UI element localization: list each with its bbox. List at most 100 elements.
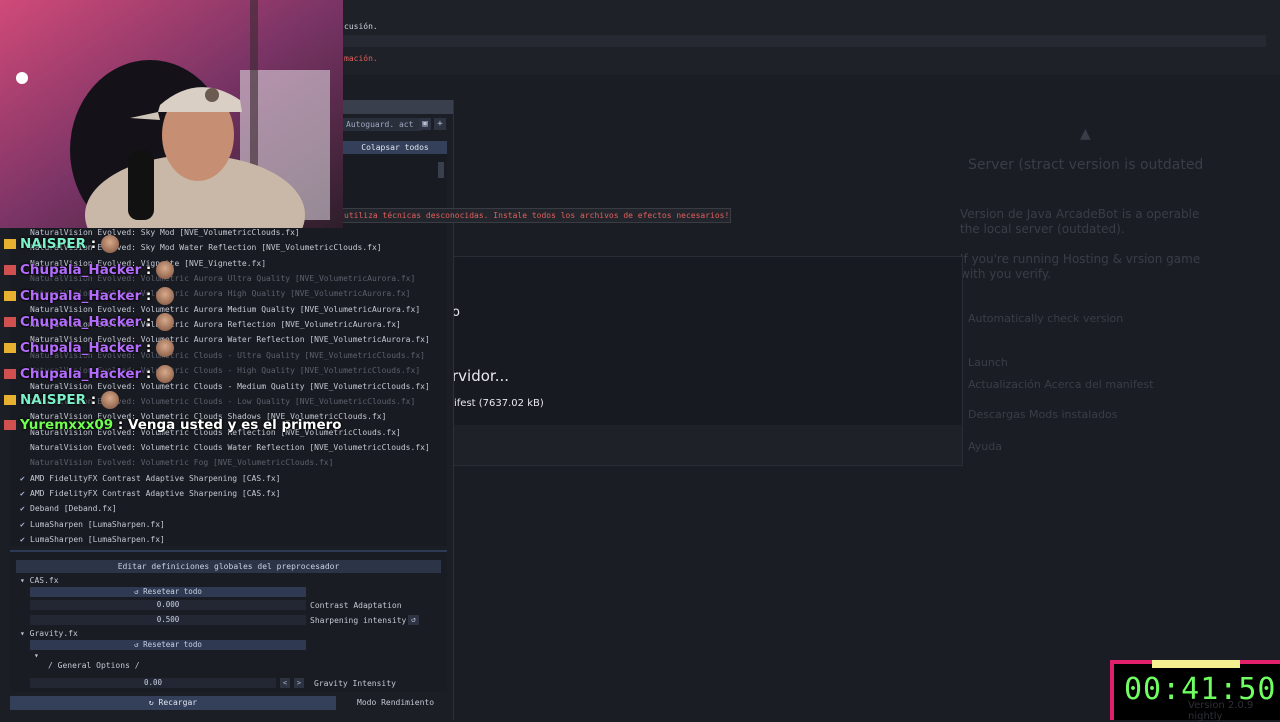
chat-emote-icon [100, 391, 119, 409]
chat-username[interactable]: Yuremxxx09 [20, 417, 113, 433]
chat-badge-icon [4, 395, 16, 405]
webcam-image [0, 0, 343, 228]
chat-badge-icon [4, 369, 16, 379]
effect-item[interactable]: NaturalVision Evolved: Volumetric Fog [N… [20, 458, 333, 467]
reset-value-icon[interactable]: ↺ [408, 615, 419, 625]
sharpening-intensity-slider[interactable]: 0.500 [30, 615, 306, 625]
effects-scrollbar[interactable] [438, 162, 444, 178]
decrement-icon[interactable]: < [280, 678, 290, 688]
warning-icon: ▲ [1080, 126, 1091, 142]
collapse-all-button[interactable]: Colapsar todos [343, 141, 447, 154]
chat-separator: : [86, 236, 101, 252]
increment-icon[interactable]: > [294, 678, 304, 688]
effect-item[interactable]: ✔ AMD FidelityFX Contrast Adaptive Sharpe… [20, 489, 280, 498]
console-log: cusión. mación. [340, 0, 1280, 75]
loading-dialog: o rvidor... ifest (7637.02 kB) [452, 256, 963, 466]
effect-label: LumaSharpen [LumaSharpen.fx] [30, 535, 165, 544]
chat-username[interactable]: NAISPER [20, 392, 86, 408]
preset-selector[interactable]: Autoguard. act [343, 118, 421, 131]
effect-label: LumaSharpen [LumaSharpen.fx] [30, 519, 165, 529]
effect-item[interactable]: NaturalVision Evolved: Volumetric Clouds… [20, 443, 430, 452]
chevron-down-icon[interactable]: ▾ [34, 651, 39, 660]
chat-message: Yuremxxx09 : Venga usted y es el primero [4, 417, 342, 433]
loading-footer [454, 425, 962, 465]
chat-emote-icon [156, 287, 175, 305]
gravity-section-toggle[interactable]: ▾ Gravity.fx [20, 629, 78, 638]
chat-separator: : [141, 366, 157, 382]
performance-mode-toggle[interactable]: Modo Rendimiento [357, 696, 434, 710]
effect-label: AMD FidelityFX Contrast Adaptive Sharpen… [30, 473, 281, 483]
streamer-webcam [0, 0, 343, 228]
chat-badge-icon [4, 317, 16, 327]
gravity-intensity-label: Gravity Intensity [314, 679, 396, 688]
chat-emote-icon [100, 235, 119, 253]
checkmark-icon[interactable]: ✔ [20, 535, 30, 544]
chat-separator: : [113, 417, 129, 433]
missing-effects-warning: utiliza técnicas desconocidas. Instale t… [340, 208, 731, 223]
chat-badge-icon [4, 343, 16, 353]
chat-message: Chupala_Hacker : [4, 339, 175, 357]
effect-item[interactable]: ✔ LumaSharpen [LumaSharpen.fx] [20, 520, 165, 529]
chat-username[interactable]: Chupala_Hacker [20, 288, 141, 304]
save-preset-icon[interactable]: ▣ [419, 118, 431, 130]
chat-username[interactable]: NAISPER [20, 236, 86, 252]
effect-label: Deband [Deband.fx] [30, 504, 117, 514]
chat-message: Chupala_Hacker : [4, 365, 175, 383]
checkmark-icon[interactable]: ✔ [20, 474, 30, 483]
dialog-title: Server (stract version is outdated [968, 157, 1204, 173]
dialog-text: with you verify. [960, 267, 1052, 281]
chat-emote-icon [156, 313, 175, 331]
chat-username[interactable]: Chupala_Hacker [20, 366, 141, 382]
contrast-adaptation-label: Contrast Adaptation [310, 601, 402, 610]
chat-separator: : [86, 392, 101, 408]
chat-message: Chupala_Hacker : [4, 261, 175, 279]
dialog-row: Ayuda [968, 440, 1002, 453]
contrast-adaptation-slider[interactable]: 0.000 [30, 600, 306, 610]
dialog-text: the local server (outdated). [960, 222, 1125, 236]
chat-message: Chupala_Hacker : [4, 287, 175, 305]
chat-message: NAISPER : [4, 391, 119, 409]
loading-status: rvidor... [452, 367, 510, 385]
dialog-checkbox-label: Automatically check version [968, 312, 1124, 325]
cas-reset-all-button[interactable]: ↺ Resetear todo [30, 587, 306, 597]
background-server-dialog: ▲ Server (stract version is outdated Ver… [940, 100, 1240, 470]
timer-accent-tab [1152, 660, 1240, 668]
chat-badge-icon [4, 265, 16, 275]
cas-section-toggle[interactable]: ▾ CAS.fx [20, 576, 59, 585]
gravity-intensity-slider[interactable]: 0.00 [30, 678, 276, 688]
effect-item[interactable]: ✔ AMD FidelityFX Contrast Adaptive Sharpe… [20, 474, 280, 483]
log-line-error: mación. [344, 54, 378, 63]
chat-separator: : [141, 340, 157, 356]
chat-username[interactable]: Chupala_Hacker [20, 262, 141, 278]
checkmark-icon[interactable]: ✔ [20, 520, 30, 529]
log-line-highlight [340, 35, 1266, 47]
version-label: Version 2.0.9 nightly [1188, 700, 1254, 722]
checkmark-icon[interactable]: ✔ [20, 489, 30, 498]
gravity-reset-all-button[interactable]: ↺ Resetear todo [30, 640, 306, 650]
chat-emote-icon [156, 365, 175, 383]
dialog-row: Actualización Acerca del manifest [968, 378, 1154, 391]
reload-button[interactable]: ↻ Recargar [10, 696, 336, 710]
chat-badge-icon [4, 239, 16, 249]
preprocessor-header[interactable]: Editar definiciones globales del preproc… [16, 560, 441, 573]
dialog-text: Version de Java ArcadeBot is a operable [960, 207, 1200, 221]
chat-message: NAISPER : [4, 235, 119, 253]
cas-section-label: CAS.fx [29, 576, 59, 585]
chat-separator: : [141, 314, 157, 330]
effect-label: NaturalVision Evolved: Volumetric Fog [N… [30, 458, 334, 468]
add-preset-icon[interactable]: + [434, 118, 446, 130]
log-line: cusión. [344, 22, 378, 31]
chat-username[interactable]: Chupala_Hacker [20, 340, 141, 356]
checkmark-icon[interactable]: ✔ [20, 504, 30, 513]
chat-badge-icon [4, 291, 16, 301]
general-options-label: / General Options / [48, 661, 140, 670]
dialog-row: Launch [968, 356, 1008, 369]
loading-detail: ifest (7637.02 kB) [454, 398, 544, 409]
chat-username[interactable]: Chupala_Hacker [20, 314, 141, 330]
effect-item[interactable]: ✔ Deband [Deband.fx] [20, 504, 117, 513]
chat-emote-icon [156, 339, 175, 357]
panel-titlebar[interactable] [340, 100, 453, 114]
sharpening-intensity-label: Sharpening intensity [310, 616, 407, 625]
effect-item[interactable]: ✔ LumaSharpen [LumaSharpen.fx] [20, 535, 165, 544]
effect-label: AMD FidelityFX Contrast Adaptive Sharpen… [30, 488, 281, 498]
